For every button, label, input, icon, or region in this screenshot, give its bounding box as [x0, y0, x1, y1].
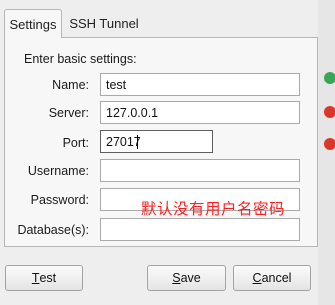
add-icon	[324, 72, 335, 84]
cancel-button-mnemonic: C	[252, 271, 262, 285]
test-button[interactable]: Test	[5, 265, 83, 291]
port-field[interactable]	[100, 130, 213, 153]
server-field[interactable]	[100, 101, 300, 124]
remove-icon-2	[324, 138, 335, 150]
save-button-mnemonic: S	[172, 271, 181, 285]
remove-icon	[324, 106, 335, 118]
username-field[interactable]	[100, 159, 300, 182]
tab-settings[interactable]: Settings	[4, 9, 62, 38]
section-heading: Enter basic settings:	[24, 52, 137, 66]
tab-bar: Settings SSH Tunnel	[0, 0, 335, 38]
port-label: Port:	[62, 136, 89, 150]
database-field[interactable]	[100, 218, 300, 241]
test-button-label: est	[39, 271, 57, 285]
username-label: Username:	[27, 164, 89, 178]
test-button-mnemonic: T	[31, 271, 40, 285]
save-button[interactable]: Save	[147, 265, 226, 291]
background-window-strip	[318, 0, 335, 305]
cancel-button-label: ancel	[261, 271, 292, 285]
password-label: Password:	[30, 193, 89, 207]
save-button-label: ave	[180, 271, 201, 285]
name-label: Name:	[52, 78, 89, 92]
annotation-text: 默认没有用户名密码	[141, 200, 286, 218]
cancel-button[interactable]: Cancel	[233, 265, 311, 291]
tab-ssh-tunnel[interactable]: SSH Tunnel	[66, 9, 142, 37]
server-label: Server:	[48, 106, 89, 120]
database-label: Database(s):	[17, 223, 89, 237]
text-caret	[137, 135, 138, 149]
name-field[interactable]	[100, 73, 300, 96]
